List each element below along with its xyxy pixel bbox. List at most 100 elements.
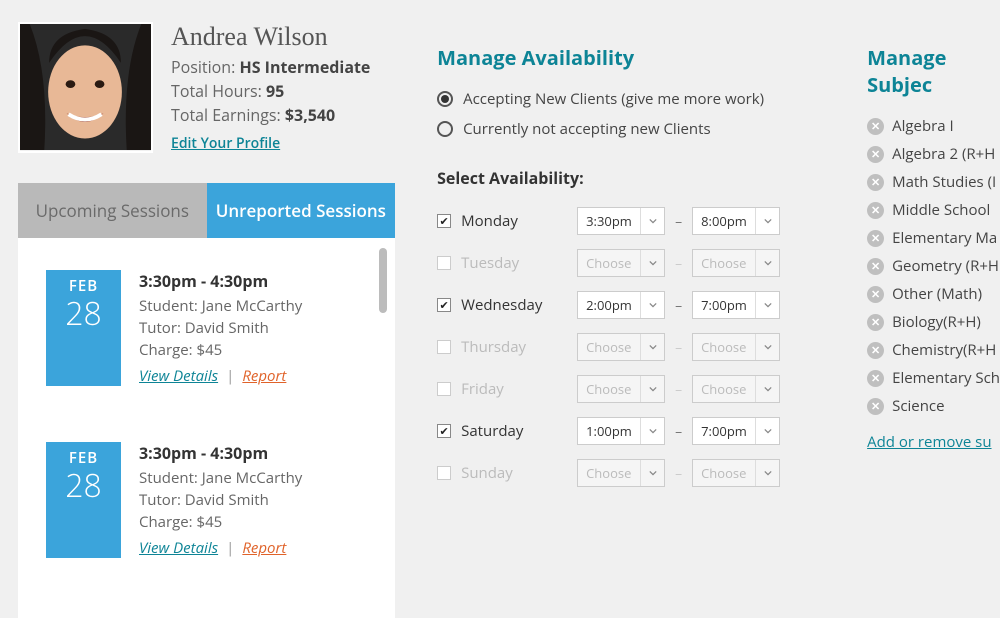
chevron-down-icon (640, 208, 664, 234)
subject-label: Middle School (892, 200, 990, 220)
tab-upcoming[interactable]: Upcoming Sessions (18, 183, 207, 238)
day-label: Saturday (461, 421, 523, 441)
remove-icon[interactable]: ✕ (867, 342, 884, 359)
profile-position: Position: HS Intermediate (171, 56, 395, 78)
day-checkbox[interactable] (437, 340, 451, 354)
end-time-select[interactable]: Choose (692, 333, 780, 361)
day-checkbox[interactable] (437, 298, 451, 312)
dash: – (675, 380, 682, 399)
avatar (18, 22, 153, 153)
remove-icon[interactable]: ✕ (867, 286, 884, 303)
start-time-select[interactable]: Choose (577, 333, 665, 361)
subject-item: ✕ Elementary Ma (867, 228, 1000, 248)
day-label: Sunday (461, 463, 513, 483)
start-time-select[interactable]: Choose (577, 375, 665, 403)
chevron-down-icon (640, 418, 664, 444)
end-time-select[interactable]: Choose (692, 375, 780, 403)
date-day: 28 (46, 296, 121, 331)
start-time-select[interactable]: Choose (577, 459, 665, 487)
subject-label: Algebra I (892, 116, 954, 136)
profile-hours: Total Hours: 95 (171, 80, 395, 102)
dash: – (675, 254, 682, 273)
report-link[interactable]: Report (242, 538, 286, 558)
day-row: Thursday Choose–Choose (437, 333, 837, 361)
subject-label: Geometry (R+H (892, 256, 999, 276)
subject-label: Math Studies (I (892, 172, 996, 192)
day-checkbox[interactable] (437, 256, 451, 270)
subject-item: ✕ Other (Math) (867, 284, 1000, 304)
view-details-link[interactable]: View Details (139, 366, 218, 386)
day-checkbox[interactable] (437, 214, 451, 228)
chevron-down-icon (640, 334, 664, 360)
dash: – (675, 212, 682, 231)
radio-icon (437, 91, 453, 107)
view-details-link[interactable]: View Details (139, 538, 218, 558)
start-time-select[interactable]: 3:30pm (577, 207, 665, 235)
profile-name: Andrea Wilson (171, 22, 395, 52)
remove-icon[interactable]: ✕ (867, 174, 884, 191)
day-row: Wednesday2:00pm–7:00pm (437, 291, 837, 319)
sessions-panel: FEB283:30pm - 4:30pmStudent: Jane McCart… (18, 238, 395, 618)
day-label: Tuesday (461, 253, 519, 273)
day-checkbox[interactable] (437, 466, 451, 480)
remove-icon[interactable]: ✕ (867, 118, 884, 135)
chevron-down-icon (640, 292, 664, 318)
chevron-down-icon (755, 292, 779, 318)
remove-icon[interactable]: ✕ (867, 230, 884, 247)
end-time-select[interactable]: 8:00pm (692, 207, 780, 235)
report-link[interactable]: Report (242, 366, 286, 386)
chevron-down-icon (640, 376, 664, 402)
start-time-select[interactable]: 2:00pm (577, 291, 665, 319)
session-card: FEB283:30pm - 4:30pmStudent: Jane McCart… (46, 442, 367, 558)
session-student: Student: Jane McCarthy (139, 296, 367, 316)
day-checkbox[interactable] (437, 424, 451, 438)
session-charge: Charge: $45 (139, 512, 367, 532)
remove-icon[interactable]: ✕ (867, 258, 884, 275)
subject-item: ✕ Algebra 2 (R+H (867, 144, 1000, 164)
remove-icon[interactable]: ✕ (867, 398, 884, 415)
subject-label: Science (892, 396, 944, 416)
day-row: Monday3:30pm–8:00pm (437, 207, 837, 235)
radio-accepting[interactable]: Accepting New Clients (give me more work… (437, 89, 837, 109)
add-remove-subjects-link[interactable]: Add or remove su (867, 432, 991, 452)
tab-unreported[interactable]: Unreported Sessions (207, 183, 396, 238)
start-time-select[interactable]: 1:00pm (577, 417, 665, 445)
subject-item: ✕ Chemistry(R+H (867, 340, 1000, 360)
day-checkbox[interactable] (437, 382, 451, 396)
session-time: 3:30pm - 4:30pm (139, 442, 367, 464)
chevron-down-icon (755, 460, 779, 486)
dash: – (675, 464, 682, 483)
edit-profile-link[interactable]: Edit Your Profile (171, 134, 280, 153)
session-charge: Charge: $45 (139, 340, 367, 360)
scrollbar[interactable] (379, 248, 387, 313)
remove-icon[interactable]: ✕ (867, 146, 884, 163)
subjects-title: Manage Subjec (867, 44, 1000, 98)
session-time: 3:30pm - 4:30pm (139, 270, 367, 292)
day-row: FridayChoose–Choose (437, 375, 837, 403)
day-label: Thursday (461, 337, 526, 357)
remove-icon[interactable]: ✕ (867, 202, 884, 219)
dash: – (675, 338, 682, 357)
session-tutor: Tutor: David Smith (139, 318, 367, 338)
subject-label: Biology(R+H) (892, 312, 981, 332)
remove-icon[interactable]: ✕ (867, 314, 884, 331)
end-time-select[interactable]: Choose (692, 459, 780, 487)
start-time-select[interactable]: Choose (577, 249, 665, 277)
remove-icon[interactable]: ✕ (867, 370, 884, 387)
subject-item: ✕ Middle School (867, 200, 1000, 220)
end-time-select[interactable]: 7:00pm (692, 291, 780, 319)
chevron-down-icon (755, 376, 779, 402)
radio-icon (437, 121, 453, 137)
end-time-select[interactable]: 7:00pm (692, 417, 780, 445)
subject-label: Algebra 2 (R+H (892, 144, 995, 164)
subject-label: Elementary Ma (892, 228, 997, 248)
end-time-select[interactable]: Choose (692, 249, 780, 277)
chevron-down-icon (755, 250, 779, 276)
subject-item: ✕ Science (867, 396, 1000, 416)
separator: | (226, 366, 234, 386)
day-row: Sunday Choose–Choose (437, 459, 837, 487)
radio-not-accepting[interactable]: Currently not accepting new Clients (437, 119, 837, 139)
day-label: Wednesday (461, 295, 542, 315)
subject-label: Other (Math) (892, 284, 982, 304)
subject-label: Chemistry(R+H (892, 340, 996, 360)
